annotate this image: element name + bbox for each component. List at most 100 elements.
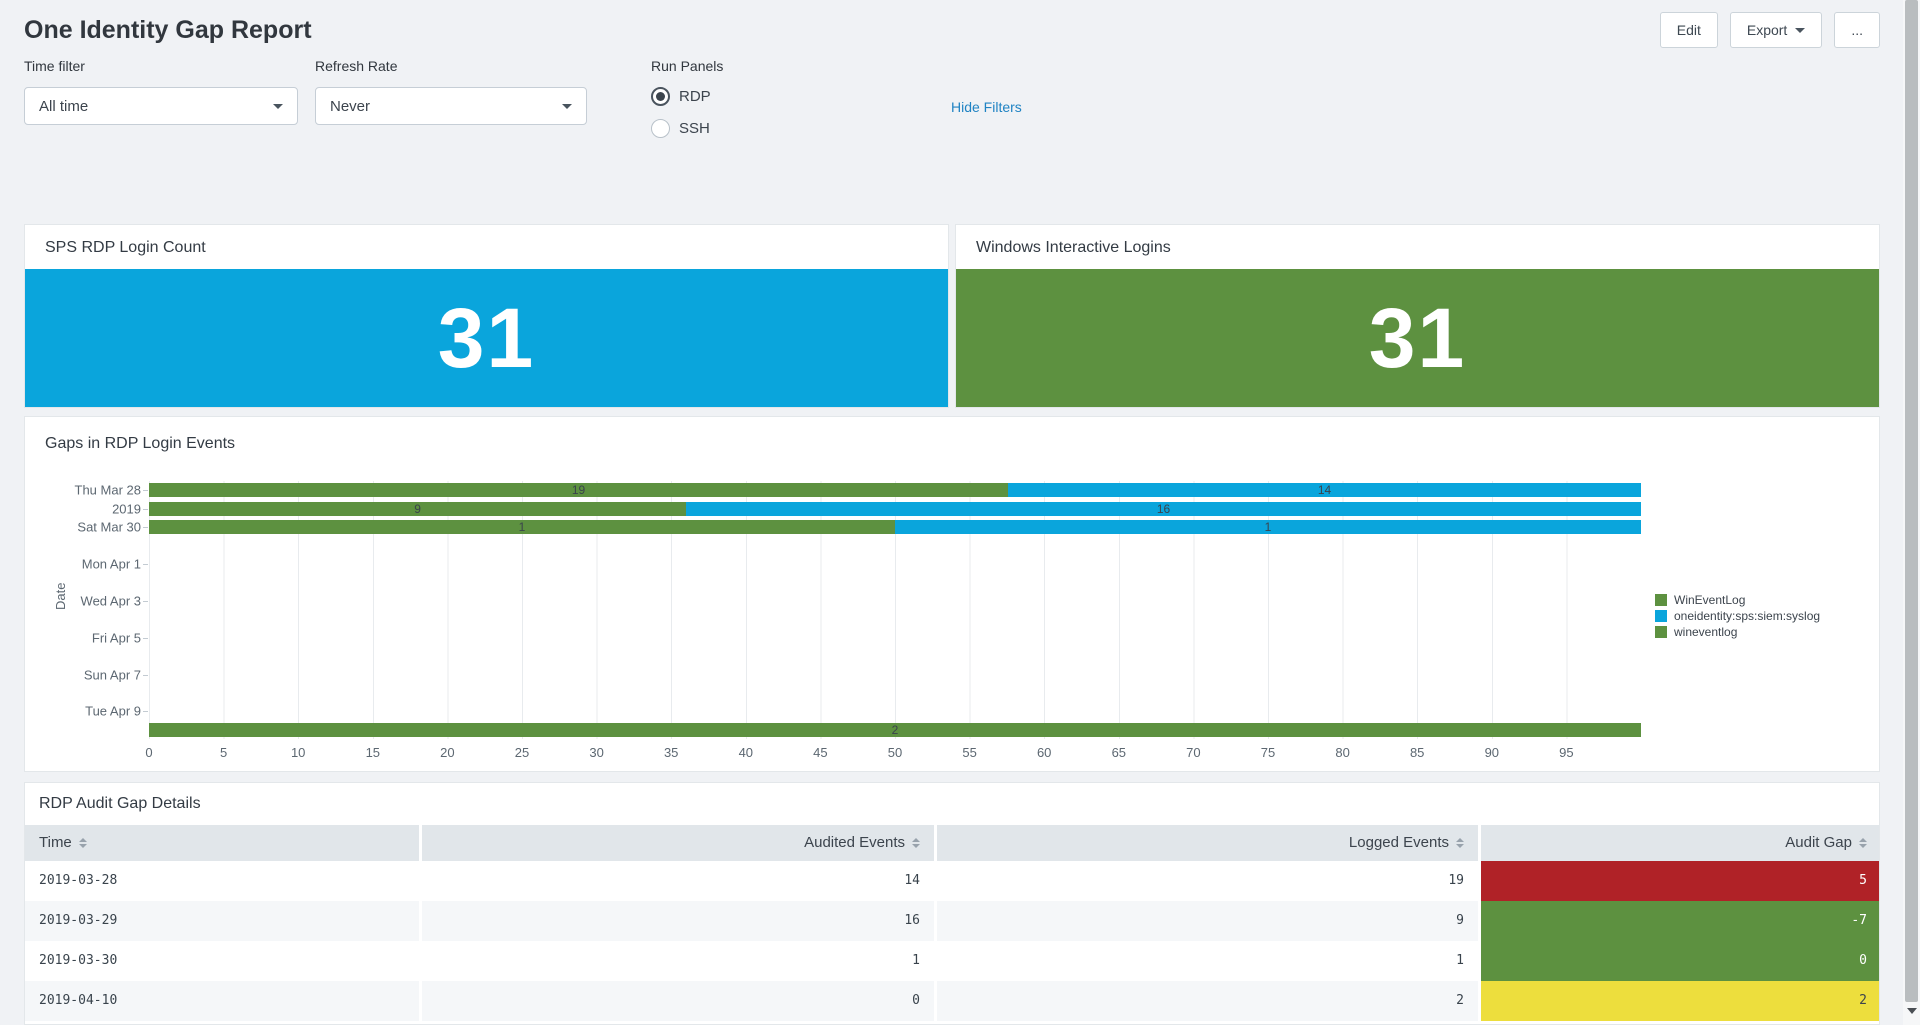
chart-bar[interactable]: 11 (149, 520, 1641, 534)
y-tick-label: Thu Mar 28 (75, 483, 141, 498)
page-title: One Identity Gap Report (24, 12, 312, 45)
run-panels-group: Run Panels RDP SSH (651, 58, 801, 151)
y-tick-mark (143, 601, 148, 602)
filters-bar: Time filter All time Refresh Rate Never … (24, 58, 1022, 151)
x-tick-label: 25 (515, 745, 529, 760)
bar-segment[interactable]: 2 (149, 723, 1641, 737)
column-header-label: Audited Events (804, 825, 905, 861)
y-tick-mark (143, 509, 148, 510)
column-header-audit-gap[interactable]: Audit Gap (1481, 825, 1880, 861)
table-row[interactable]: 2019-03-30 1 1 0 (25, 941, 1879, 981)
edit-button[interactable]: Edit (1660, 12, 1718, 48)
time-cell: 2019-03-29 (25, 901, 419, 941)
bar-value-label: 2 (892, 723, 899, 737)
x-tick-label: 45 (813, 745, 827, 760)
export-button[interactable]: Export (1730, 12, 1822, 48)
bar-segment[interactable]: 1 (895, 520, 1641, 534)
sort-icon (1456, 838, 1464, 848)
more-button[interactable]: ... (1834, 12, 1880, 48)
x-tick-label: 70 (1186, 745, 1200, 760)
scroll-down-arrow-icon[interactable] (1907, 1008, 1917, 1014)
time-filter-label: Time filter (24, 58, 298, 74)
bar-segment[interactable]: 1 (149, 520, 895, 534)
windows-interactive-logins-value-area: 31 (956, 269, 1879, 407)
table-row[interactable]: 2019-03-28 14 19 5 (25, 861, 1879, 901)
column-header-label: Logged Events (1349, 825, 1449, 861)
audit-gap-cell: -7 (1481, 901, 1880, 941)
table-row[interactable]: 2019-03-29 16 9 -7 (25, 901, 1879, 941)
logged-events-cell: 19 (937, 861, 1478, 901)
audit-gap-cell: 5 (1481, 861, 1880, 901)
column-header-time[interactable]: Time (25, 825, 419, 861)
time-filter-dropdown[interactable]: All time (24, 87, 298, 125)
x-tick-label: 65 (1112, 745, 1126, 760)
vertical-scrollbar[interactable] (1903, 0, 1920, 1025)
time-filter-value: All time (39, 98, 88, 115)
time-cell: 2019-04-10 (25, 981, 419, 1021)
x-tick-label: 85 (1410, 745, 1424, 760)
column-header-label: Time (39, 825, 72, 861)
column-header-label: Audit Gap (1785, 825, 1852, 861)
y-tick-label: Tue Apr 9 (85, 704, 141, 719)
hide-filters-link[interactable]: Hide Filters (951, 58, 1022, 151)
chart-x-axis-ticks: 05101520253035404550556065707580859095 (149, 745, 1641, 763)
audit-gap-cell: 2 (1481, 981, 1880, 1021)
x-tick-label: 0 (145, 745, 152, 760)
windows-interactive-logins-panel: Windows Interactive Logins 31 (955, 224, 1880, 408)
table-row[interactable]: 2019-04-10 0 2 2 (25, 981, 1879, 1021)
bar-segment[interactable]: 14 (1008, 483, 1641, 497)
ssh-radio[interactable] (651, 119, 670, 138)
rdp-radio-option[interactable]: RDP (651, 87, 801, 106)
legend-label: oneidentity:sps:siem:syslog (1674, 608, 1820, 624)
audited-events-cell: 0 (422, 981, 934, 1021)
chart-title: Gaps in RDP Login Events (25, 417, 1879, 453)
refresh-rate-value: Never (330, 98, 370, 115)
chart-bar[interactable]: 916 (149, 502, 1641, 516)
x-tick-label: 20 (440, 745, 454, 760)
ssh-radio-option[interactable]: SSH (651, 119, 801, 138)
header-actions: Edit Export ... (1660, 12, 1880, 48)
sps-rdp-login-count-panel: SPS RDP Login Count 31 (24, 224, 949, 408)
chart-bar[interactable]: 1914 (149, 483, 1641, 497)
column-header-audited-events[interactable]: Audited Events (422, 825, 934, 861)
table-title: RDP Audit Gap Details (25, 783, 1879, 825)
table-header-row: Time Audited Events Logged Events Audit … (25, 825, 1879, 861)
time-filter-group: Time filter All time (24, 58, 298, 151)
chevron-down-icon (562, 104, 572, 109)
x-tick-label: 80 (1335, 745, 1349, 760)
bar-segment[interactable]: 16 (686, 502, 1641, 516)
audited-events-cell: 14 (422, 861, 934, 901)
y-tick-mark (143, 564, 148, 565)
y-tick-label: 2019 (112, 501, 141, 516)
time-cell: 2019-03-28 (25, 861, 419, 901)
legend-item[interactable]: oneidentity:sps:siem:syslog (1655, 608, 1820, 624)
edit-button-label: Edit (1677, 22, 1701, 38)
legend-item[interactable]: wineventlog (1655, 624, 1820, 640)
rdp-radio[interactable] (651, 87, 670, 106)
legend-swatch (1655, 626, 1667, 638)
column-header-logged-events[interactable]: Logged Events (937, 825, 1478, 861)
refresh-rate-group: Refresh Rate Never (315, 58, 587, 151)
legend-label: wineventlog (1674, 624, 1737, 640)
y-tick-mark (143, 490, 148, 491)
chevron-down-icon (273, 104, 283, 109)
export-button-label: Export (1747, 22, 1787, 38)
bar-segment[interactable]: 19 (149, 483, 1008, 497)
time-cell: 2019-03-30 (25, 941, 419, 981)
bar-value-label: 19 (572, 483, 585, 497)
chart-bar[interactable]: 2 (149, 723, 1641, 737)
bar-segment[interactable]: 9 (149, 502, 686, 516)
audit-gap-cell: 0 (1481, 941, 1880, 981)
chart-legend: WinEventLogoneidentity:sps:siem:syslogwi… (1655, 592, 1820, 640)
x-tick-label: 75 (1261, 745, 1275, 760)
x-tick-label: 55 (962, 745, 976, 760)
logged-events-cell: 9 (937, 901, 1478, 941)
panel-title: Windows Interactive Logins (956, 225, 1879, 269)
x-tick-label: 50 (888, 745, 902, 760)
refresh-rate-label: Refresh Rate (315, 58, 587, 74)
legend-item[interactable]: WinEventLog (1655, 592, 1820, 608)
run-panels-label: Run Panels (651, 58, 801, 74)
scrollbar-thumb[interactable] (1905, 0, 1918, 1002)
refresh-rate-dropdown[interactable]: Never (315, 87, 587, 125)
sps-rdp-login-count-value-area: 31 (25, 269, 948, 407)
